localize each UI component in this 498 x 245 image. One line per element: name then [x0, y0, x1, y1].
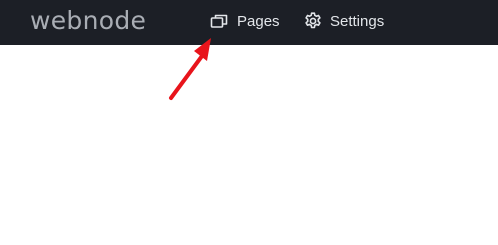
nav-settings-button[interactable]: Settings [303, 11, 384, 31]
webnode-logo[interactable]: webnode [30, 6, 146, 36]
gear-icon [303, 11, 323, 31]
nav-settings-label: Settings [330, 12, 385, 30]
top-navigation-bar: webnode Pages Settings [0, 0, 498, 45]
nav-pages-button[interactable]: Pages [209, 11, 280, 31]
main-content-area [0, 45, 498, 245]
pages-icon [209, 11, 229, 31]
nav-pages-label: Pages [237, 12, 280, 30]
